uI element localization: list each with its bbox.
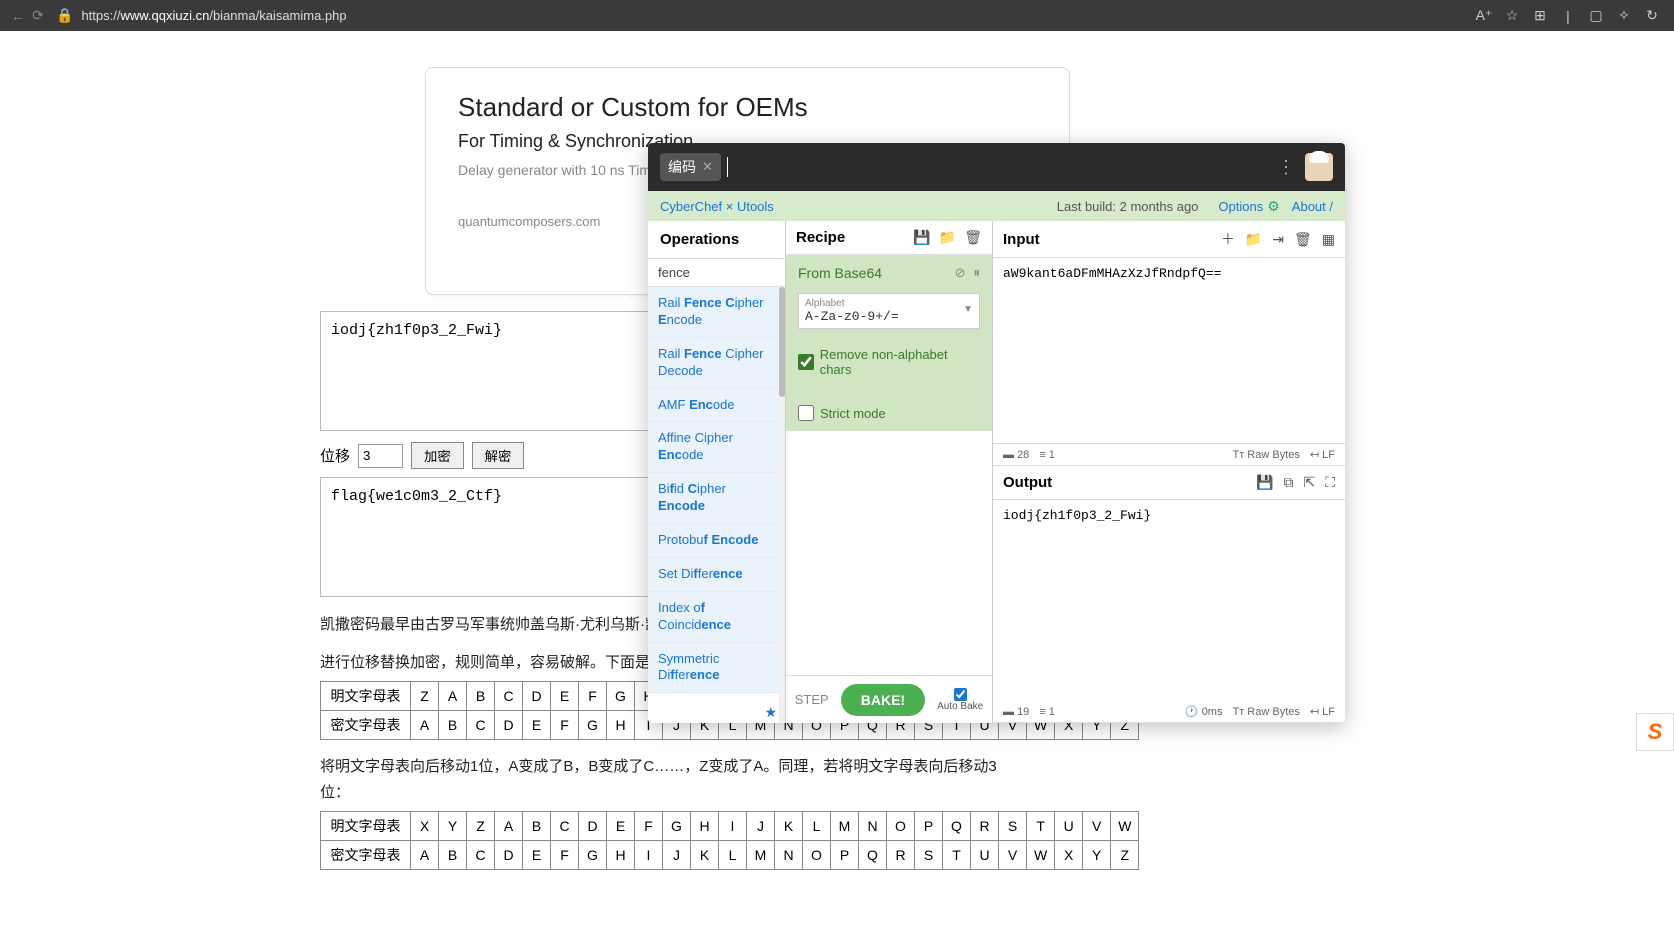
strict-mode-checkbox[interactable]: Strict mode <box>798 405 980 421</box>
shift-input[interactable] <box>358 444 403 468</box>
cyberchef-window: 编码 ✕ ⋮ CyberChef × Utools Last build: 2 … <box>648 143 1345 723</box>
extension-icon[interactable]: ⊞ <box>1526 7 1554 24</box>
alphabet-table-2: 明文字母表XYZABCDEFGHIJKLMNOPQRSTUVW密文字母表ABCD… <box>320 811 1139 870</box>
operation-item[interactable]: Set Difference <box>648 558 785 592</box>
operations-list[interactable]: Rail Fence Cipher EncodeRail Fence Ciphe… <box>648 287 785 723</box>
text-cursor <box>727 157 728 177</box>
recipe-title: Recipe <box>796 229 905 246</box>
auto-bake-toggle[interactable]: Auto Bake <box>937 688 983 712</box>
io-panel: Input ＋ 📁 ⇥ 🗑 ▦ aW9kant6aDFmMHAzXzJfRndp… <box>993 221 1345 723</box>
remove-non-alpha-checkbox[interactable]: Remove non-alphabet chars <box>798 347 980 377</box>
operations-panel: Operations fence Rail Fence Cipher Encod… <box>648 221 786 723</box>
step-button[interactable]: STEP <box>795 692 829 707</box>
chef-icon <box>1305 153 1333 181</box>
input-title: Input <box>1003 231 1211 248</box>
recipe-operation[interactable]: From Base64 ⊘ ⏸ Alphabet A-Za-z0-9+/= ▼ <box>786 255 992 431</box>
decrypt-button[interactable]: 解密 <box>472 442 525 469</box>
collections-icon[interactable]: ▢ <box>1582 7 1610 24</box>
out-eol[interactable]: ↤ LF <box>1310 705 1335 718</box>
output-title: Output <box>1003 474 1246 491</box>
operation-item[interactable]: Rail Fence Cipher Decode <box>648 338 785 389</box>
out-line-count: ≡ 1 <box>1039 706 1055 718</box>
scrollbar-thumb[interactable] <box>779 287 785 397</box>
bake-bar: STEP BAKE! Auto Bake <box>786 675 992 723</box>
cyberchef-titlebar[interactable]: 编码 ✕ ⋮ <box>648 143 1345 191</box>
favorite-icon[interactable]: ☆ <box>1498 7 1526 24</box>
more-icon[interactable]: ⋮ <box>1277 157 1295 178</box>
shift-label: 位移 <box>320 445 350 466</box>
browser-address-bar: ← ⟳ 🔒 https://www.qqxiuzi.cn/bianma/kais… <box>0 0 1674 31</box>
url-text[interactable]: https://www.qqxiuzi.cn/bianma/kaisamima.… <box>81 8 346 23</box>
operation-item[interactable]: Protobuf Encode <box>648 524 785 558</box>
favorite-star-icon[interactable]: ★ <box>764 704 777 721</box>
gear-icon: ⚙ <box>1267 198 1280 215</box>
alphabet-select[interactable]: Alphabet A-Za-z0-9+/= ▼ <box>798 293 980 329</box>
output-textarea[interactable]: iodj{zh1f0p3_2_Fwi} <box>993 500 1345 701</box>
cyberchef-header: CyberChef × Utools Last build: 2 months … <box>648 191 1345 221</box>
ad-title: Standard or Custom for OEMs <box>458 92 1037 123</box>
input-status-bar: ▬ 28 ≡ 1 Tᴛ Raw Bytes ↤ LF <box>993 444 1345 466</box>
reset-layout-icon[interactable]: ▦ <box>1322 231 1335 248</box>
copy-output-icon[interactable]: ⧉ <box>1283 474 1293 491</box>
operation-item[interactable]: Rail Fence Cipher Encode <box>648 287 785 338</box>
history-icon[interactable]: ↻ <box>1638 7 1666 24</box>
maximize-icon[interactable]: ⛶ <box>1325 474 1335 491</box>
recipe-panel: Recipe 💾 📁 🗑 From Base64 ⊘ ⏸ <box>786 221 993 723</box>
back-button[interactable]: ← <box>8 8 28 24</box>
line-count: ≡ 1 <box>1039 449 1055 461</box>
build-info: Last build: 2 months ago <box>1057 199 1199 214</box>
save-recipe-icon[interactable]: 💾 <box>913 229 930 246</box>
timing: 🕐 0ms <box>1185 705 1223 718</box>
eol[interactable]: ↤ LF <box>1310 448 1335 461</box>
operation-item[interactable]: Bifid Cipher Encode <box>648 473 785 524</box>
close-tag-icon[interactable]: ✕ <box>702 159 713 175</box>
operation-name: From Base64 <box>798 265 882 281</box>
favorites-bar-icon[interactable]: ✧ <box>1610 7 1638 24</box>
encoding[interactable]: Tᴛ Raw Bytes <box>1232 449 1299 461</box>
char-count: ▬ 28 <box>1003 449 1029 461</box>
encrypt-button[interactable]: 加密 <box>411 442 464 469</box>
save-output-icon[interactable]: 💾 <box>1256 474 1273 491</box>
search-tag[interactable]: 编码 ✕ <box>660 153 721 181</box>
about-link[interactable]: About / <box>1292 199 1333 214</box>
lock-icon: 🔒 <box>56 7 73 24</box>
output-status-bar: ▬ 19 ≡ 1 🕐 0ms Tᴛ Raw Bytes ↤ LF <box>993 701 1345 723</box>
options-link[interactable]: Options ⚙ <box>1218 198 1279 215</box>
operation-item[interactable]: AMF Encode <box>648 389 785 423</box>
ime-indicator[interactable]: S 中 <box>1636 713 1674 751</box>
add-input-icon[interactable]: ＋ <box>1221 229 1235 249</box>
divider: | <box>1554 8 1582 24</box>
clear-recipe-icon[interactable]: 🗑 <box>964 229 982 246</box>
open-file-icon[interactable]: ⇥ <box>1272 231 1284 248</box>
load-recipe-icon[interactable]: 📁 <box>939 229 956 246</box>
pause-op-icon[interactable]: ⏸ <box>974 265 981 281</box>
operation-item[interactable]: Symmetric Difference <box>648 643 785 694</box>
out-char-count: ▬ 19 <box>1003 706 1029 718</box>
sogou-logo-icon: S <box>1648 719 1663 745</box>
read-aloud-icon[interactable]: A⁺ <box>1470 7 1498 24</box>
explain-text-3: 将明文字母表向后移动1位，A变成了B，B变成了C……，Z变成了A。同理，若将明文… <box>320 754 1020 805</box>
clear-input-icon[interactable]: 🗑 <box>1294 231 1312 248</box>
scrollbar[interactable] <box>779 287 785 723</box>
replace-input-icon[interactable]: ⇱ <box>1303 474 1315 491</box>
operations-search[interactable]: fence <box>648 259 785 287</box>
input-textarea[interactable]: aW9kant6aDFmMHAzXzJfRndpfQ== <box>993 258 1345 444</box>
out-encoding[interactable]: Tᴛ Raw Bytes <box>1232 706 1299 718</box>
brand-link[interactable]: CyberChef × Utools <box>660 199 774 214</box>
refresh-button[interactable]: ⟳ <box>28 7 48 24</box>
operation-item[interactable]: Affine Cipher Encode <box>648 422 785 473</box>
bake-button[interactable]: BAKE! <box>841 684 925 716</box>
disable-op-icon[interactable]: ⊘ <box>955 265 966 281</box>
operations-title: Operations <box>648 221 785 259</box>
operation-item[interactable]: Index of Coincidence <box>648 592 785 643</box>
dropdown-icon[interactable]: ▼ <box>963 304 973 315</box>
open-folder-icon[interactable]: 📁 <box>1245 231 1262 248</box>
